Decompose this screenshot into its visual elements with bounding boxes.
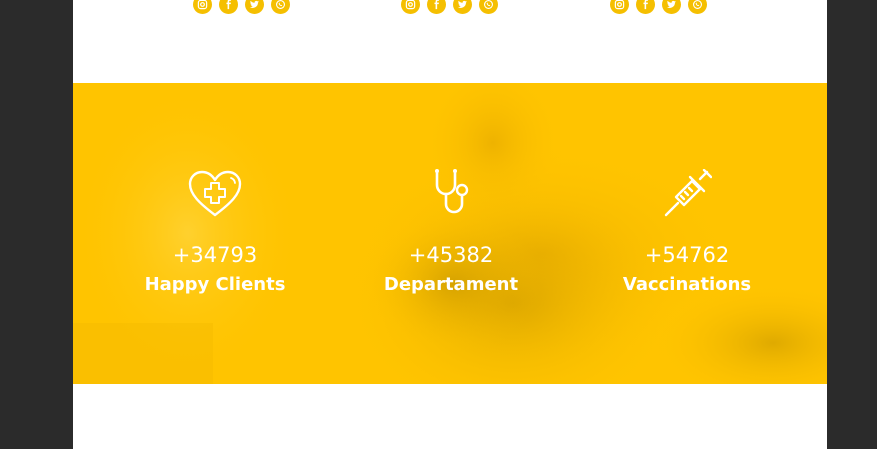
team-member-3-social (610, 0, 707, 14)
instagram-icon[interactable] (401, 0, 420, 14)
stats-section: +34793 Happy Clients +45382 Departament (73, 83, 827, 384)
team-member-1-social (193, 0, 290, 14)
heart-cross-icon (115, 166, 315, 222)
instagram-icon[interactable] (610, 0, 629, 14)
stethoscope-icon (351, 166, 551, 222)
whatsapp-icon[interactable] (271, 0, 290, 14)
syringe-icon (587, 166, 787, 222)
stat-number: +54762 (644, 243, 730, 267)
twitter-icon[interactable] (245, 0, 264, 14)
twitter-icon[interactable] (453, 0, 472, 14)
stat-label: Departament (383, 274, 519, 295)
stat-label: Happy Clients (144, 274, 286, 295)
facebook-icon[interactable] (427, 0, 446, 14)
stat-number: +34793 (172, 243, 258, 267)
stat-label: Vaccinations (622, 274, 752, 295)
whatsapp-icon[interactable] (688, 0, 707, 14)
page-content: +34793 Happy Clients +45382 Departament (73, 0, 827, 449)
instagram-icon[interactable] (193, 0, 212, 14)
stat-departament: +45382 Departament (351, 166, 551, 297)
twitter-icon[interactable] (662, 0, 681, 14)
team-member-2-social (401, 0, 498, 14)
facebook-icon[interactable] (219, 0, 238, 14)
stat-number: +45382 (408, 243, 494, 267)
stat-happy-clients: +34793 Happy Clients (115, 166, 315, 297)
whatsapp-icon[interactable] (479, 0, 498, 14)
stat-vaccinations: +54762 Vaccinations (587, 166, 787, 297)
facebook-icon[interactable] (636, 0, 655, 14)
